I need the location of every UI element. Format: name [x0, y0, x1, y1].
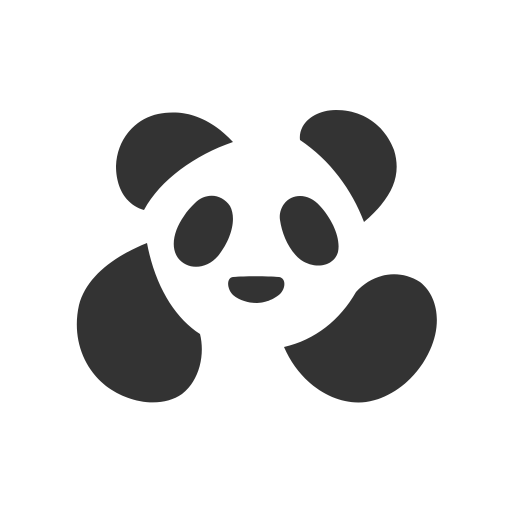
panda-icon [76, 110, 437, 403]
right-eye-patch [279, 195, 339, 266]
left-ear [116, 112, 233, 210]
right-paw [284, 274, 437, 403]
left-paw [76, 243, 202, 403]
nose [228, 276, 285, 303]
left-eye-patch [173, 195, 233, 267]
logo-canvas [0, 0, 512, 512]
